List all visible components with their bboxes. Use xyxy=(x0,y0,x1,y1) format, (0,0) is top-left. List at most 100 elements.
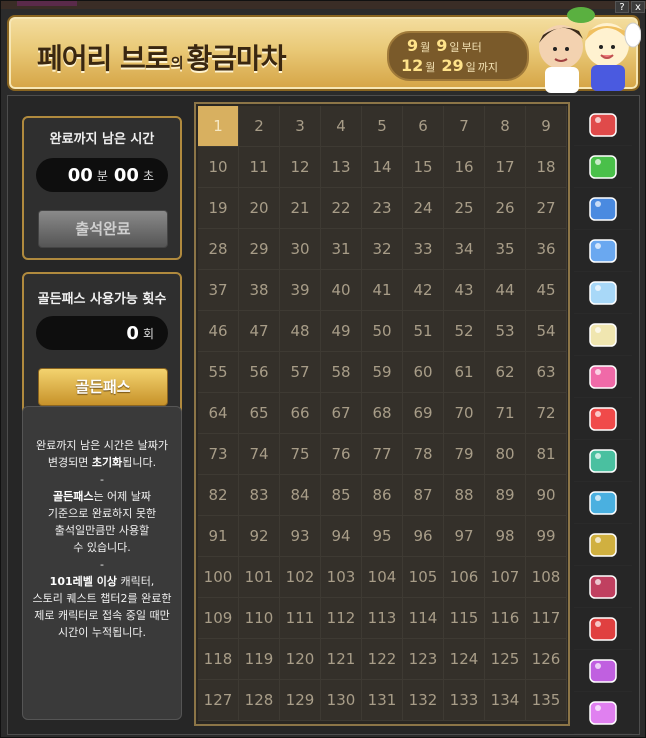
event-title-part1: 페어리 브로 xyxy=(37,42,171,75)
blue-wings-icon xyxy=(589,238,617,263)
day-cell-7: 7 xyxy=(444,106,485,147)
day-cell-51: 51 xyxy=(403,311,444,352)
day-cell-110: 110 xyxy=(239,598,280,639)
day-cell-6: 6 xyxy=(403,106,444,147)
day-cell-114: 114 xyxy=(403,598,444,639)
day-cell-117: 117 xyxy=(526,598,567,639)
reward-row-1[interactable] xyxy=(574,104,632,146)
day-cell-134: 134 xyxy=(485,680,526,721)
day-cell-58: 58 xyxy=(321,352,362,393)
blue-coupon-icon xyxy=(589,490,617,515)
start-day-unit: 일 xyxy=(449,41,460,54)
day-cell-37: 37 xyxy=(198,270,239,311)
info-text-fragment: 변경되면 xyxy=(47,456,92,469)
reward-row-10[interactable] xyxy=(574,482,632,524)
info-line: 제로 캐릭터로 접속 중일 때만 xyxy=(34,609,170,622)
day-cell-68: 68 xyxy=(362,393,403,434)
end-month: 12 xyxy=(401,56,424,75)
day-cell-30: 30 xyxy=(280,229,321,270)
day-cell-116: 116 xyxy=(485,598,526,639)
day-cell-105: 105 xyxy=(403,557,444,598)
day-cell-60: 60 xyxy=(403,352,444,393)
start-suffix: 부터 xyxy=(461,41,482,54)
start-month: 9 xyxy=(407,36,419,55)
day-cell-103: 103 xyxy=(321,557,362,598)
reward-row-13[interactable] xyxy=(574,608,632,650)
reward-row-15[interactable] xyxy=(574,692,632,734)
day-cell-59: 59 xyxy=(362,352,403,393)
day-cell-107: 107 xyxy=(485,557,526,598)
day-cell-32: 32 xyxy=(362,229,403,270)
day-cell-52: 52 xyxy=(444,311,485,352)
reward-row-9[interactable] xyxy=(574,440,632,482)
day-cell-54: 54 xyxy=(526,311,567,352)
day-cell-66: 66 xyxy=(280,393,321,434)
day-cell-31: 31 xyxy=(321,229,362,270)
day-cell-39: 39 xyxy=(280,270,321,311)
day-cell-126: 126 xyxy=(526,639,567,680)
day-cell-89: 89 xyxy=(485,475,526,516)
info-text: 완료까지 남은 시간은 날짜가 변경되면 초기화됩니다. - 골든패스는 어제 … xyxy=(27,437,177,641)
day-cell-12: 12 xyxy=(280,147,321,188)
reward-row-11[interactable] xyxy=(574,524,632,566)
reward-row-8[interactable] xyxy=(574,398,632,440)
day-cell-79: 79 xyxy=(444,434,485,475)
day-cell-125: 125 xyxy=(485,639,526,680)
green-heart-potion-icon xyxy=(589,154,617,179)
day-cell-57: 57 xyxy=(280,352,321,393)
day-cell-99: 99 xyxy=(526,516,567,557)
reward-row-7[interactable] xyxy=(574,356,632,398)
day-cell-81: 81 xyxy=(526,434,567,475)
info-emphasis: 초기화 xyxy=(91,456,123,469)
day-cell-130: 130 xyxy=(321,680,362,721)
day-cell-102: 102 xyxy=(280,557,321,598)
reward-column xyxy=(574,104,632,734)
day-cell-135: 135 xyxy=(526,680,567,721)
info-separator: - xyxy=(100,558,104,571)
attendance-complete-button[interactable]: 출석완료 xyxy=(38,210,168,248)
timer-panel: 완료까지 남은 시간 00 분 00 초 출석완료 xyxy=(22,116,182,260)
gold-chest-icon xyxy=(589,532,617,557)
day-cell-118: 118 xyxy=(198,639,239,680)
day-cell-21: 21 xyxy=(280,188,321,229)
timer-minutes-unit: 분 xyxy=(96,168,108,183)
reward-row-14[interactable] xyxy=(574,650,632,692)
day-cell-123: 123 xyxy=(403,639,444,680)
dark-ticket-icon xyxy=(589,574,617,599)
timer-display: 00 분 00 초 xyxy=(36,158,168,192)
day-cell-121: 121 xyxy=(321,639,362,680)
day-cell-113: 113 xyxy=(362,598,403,639)
day-cell-11: 11 xyxy=(239,147,280,188)
reward-row-5[interactable] xyxy=(574,272,632,314)
day-cell-122: 122 xyxy=(362,639,403,680)
day-cell-72: 72 xyxy=(526,393,567,434)
potion-bottle-icon xyxy=(589,406,617,431)
day-cell-124: 124 xyxy=(444,639,485,680)
ice-frame-icon xyxy=(589,280,617,305)
reward-row-6[interactable] xyxy=(574,314,632,356)
golden-pass-count-display: 0 회 xyxy=(36,316,168,350)
title-bar-accent xyxy=(17,1,77,6)
treasure-box-icon xyxy=(589,658,617,683)
day-cell-120: 120 xyxy=(280,639,321,680)
reward-row-12[interactable] xyxy=(574,566,632,608)
golden-pass-button[interactable]: 골든패스 xyxy=(38,368,168,406)
day-cell-111: 111 xyxy=(280,598,321,639)
info-line: 출석일만큼만 사용할 xyxy=(54,524,150,537)
day-cell-29: 29 xyxy=(239,229,280,270)
reward-row-3[interactable] xyxy=(574,188,632,230)
timer-label: 완료까지 남은 시간 xyxy=(49,132,155,147)
day-cell-76: 76 xyxy=(321,434,362,475)
info-emphasis: 골든패스 xyxy=(52,490,94,503)
red-giftbox-icon xyxy=(589,616,617,641)
day-cell-26: 26 xyxy=(485,188,526,229)
day-cell-78: 78 xyxy=(403,434,444,475)
day-cell-14: 14 xyxy=(362,147,403,188)
start-day: 9 xyxy=(436,36,448,55)
day-cell-35: 35 xyxy=(485,229,526,270)
reward-row-2[interactable] xyxy=(574,146,632,188)
reward-row-4[interactable] xyxy=(574,230,632,272)
info-panel: 완료까지 남은 시간은 날짜가 변경되면 초기화됩니다. - 골든패스는 어제 … xyxy=(22,406,182,720)
day-cell-3: 3 xyxy=(280,106,321,147)
event-start-date: 9 월 9 일 부터 xyxy=(407,36,488,55)
